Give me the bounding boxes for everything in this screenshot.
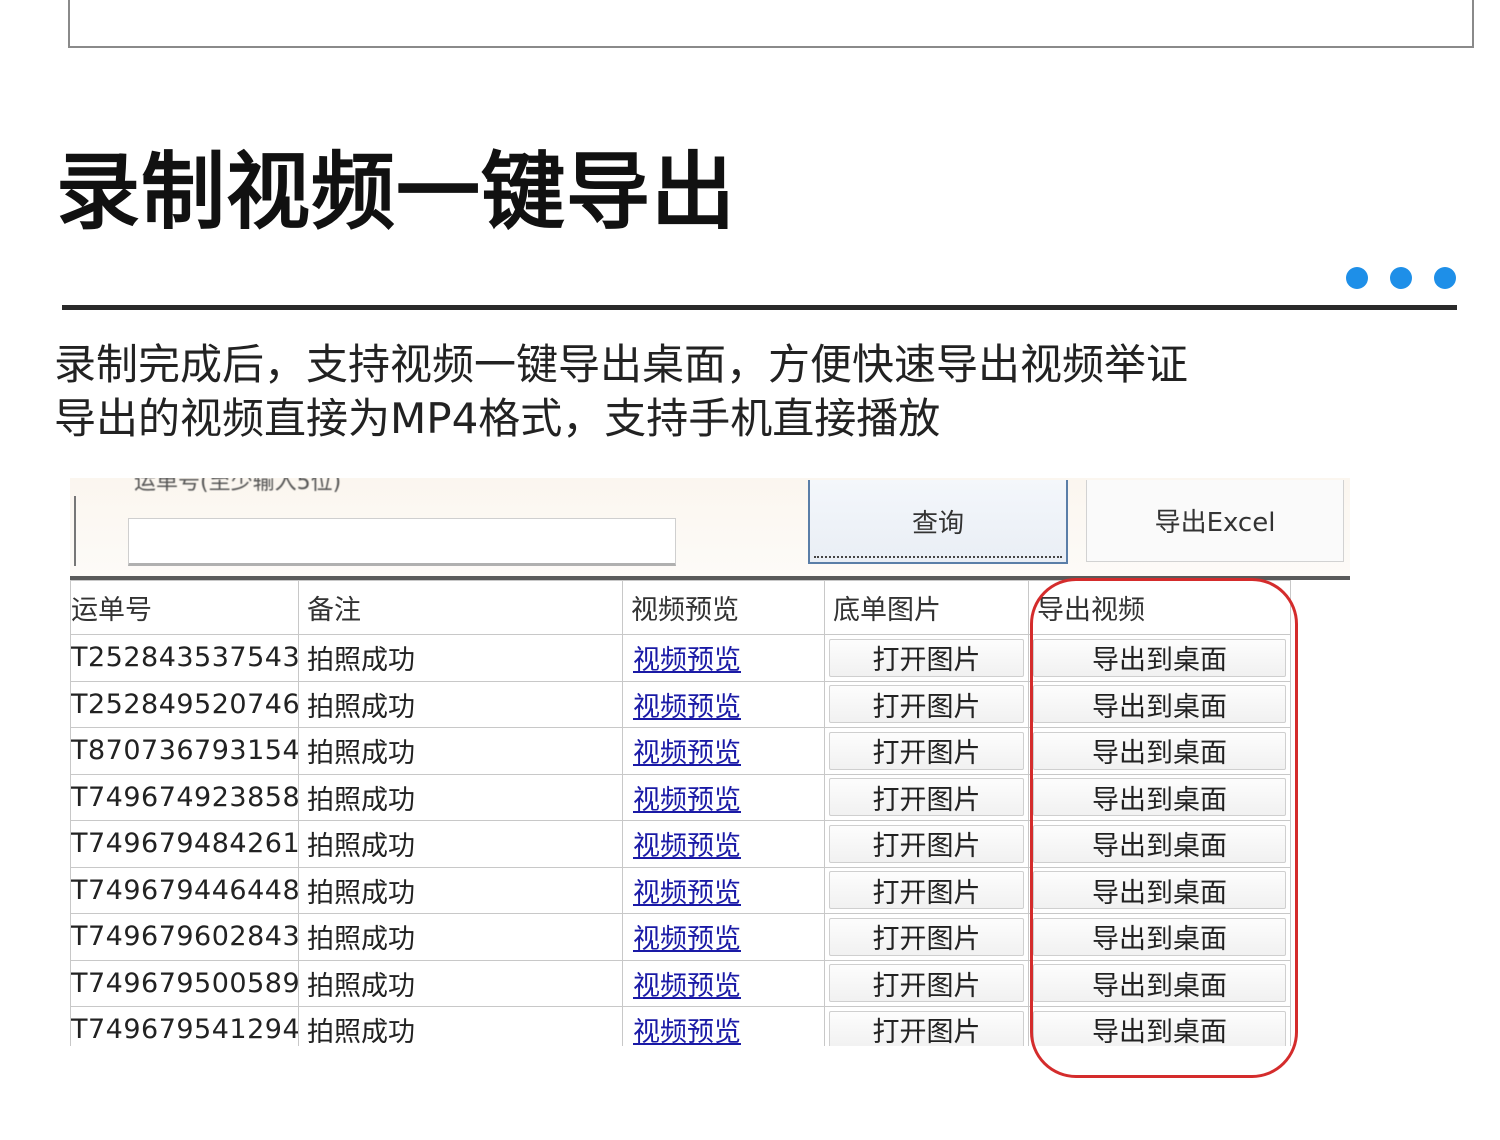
tracking-number-cell: T7496794464487 bbox=[70, 866, 299, 914]
toolbar: 运单号(至少输入5位) 查询 导出Excel bbox=[70, 478, 1350, 578]
page-title: 录制视频一键导出 bbox=[56, 143, 737, 241]
description-line-2: 导出的视频直接为MP4格式，支持手机直接播放 bbox=[54, 394, 941, 443]
open-image-button[interactable]: 打开图片 bbox=[829, 778, 1024, 817]
image-cell: 打开图片 bbox=[824, 680, 1029, 728]
note-cell: 拍照成功 bbox=[298, 727, 623, 775]
video-preview-link[interactable]: 视频预览 bbox=[622, 773, 825, 821]
column-header-number[interactable]: 运单号 bbox=[70, 580, 299, 635]
image-cell: 打开图片 bbox=[824, 727, 1029, 775]
open-image-button[interactable]: 打开图片 bbox=[829, 638, 1024, 677]
query-label: 运单号(至少输入5位) bbox=[134, 478, 342, 495]
image-cell: 打开图片 bbox=[824, 913, 1029, 961]
note-cell: 拍照成功 bbox=[298, 820, 623, 868]
top-frame bbox=[68, 0, 1474, 48]
dot-icon bbox=[1434, 267, 1456, 289]
image-cell: 打开图片 bbox=[824, 820, 1029, 868]
tracking-number-cell: T7496795005894 bbox=[70, 959, 299, 1007]
video-preview-link[interactable]: 视频预览 bbox=[622, 820, 825, 868]
open-image-button[interactable]: 打开图片 bbox=[829, 964, 1024, 1003]
video-preview-link[interactable]: 视频预览 bbox=[622, 866, 825, 914]
image-cell: 打开图片 bbox=[824, 634, 1029, 682]
tracking-number-cell: T2528495207467 bbox=[70, 680, 299, 728]
tracking-number-cell: T7496795412942 bbox=[70, 1006, 299, 1046]
video-preview-link[interactable]: 视频预览 bbox=[622, 727, 825, 775]
highlight-circle bbox=[1030, 578, 1298, 1078]
note-cell: 拍照成功 bbox=[298, 634, 623, 682]
open-image-button[interactable]: 打开图片 bbox=[829, 917, 1024, 956]
tracking-number-input[interactable] bbox=[128, 518, 676, 566]
video-preview-link[interactable]: 视频预览 bbox=[622, 680, 825, 728]
image-cell: 打开图片 bbox=[824, 959, 1029, 1007]
divider bbox=[62, 305, 1457, 310]
dot-icon bbox=[1390, 267, 1412, 289]
note-cell: 拍照成功 bbox=[298, 1006, 623, 1046]
description-line-1: 录制完成后，支持视频一键导出桌面，方便快速导出视频举证 bbox=[54, 340, 1189, 389]
column-header-note[interactable]: 备注 bbox=[298, 580, 623, 635]
open-image-button[interactable]: 打开图片 bbox=[829, 685, 1024, 724]
decorative-dots bbox=[1346, 267, 1456, 289]
description: 录制完成后，支持视频一键导出桌面，方便快速导出视频举证 导出的视频直接为MP4格… bbox=[54, 338, 1188, 446]
video-preview-link[interactable]: 视频预览 bbox=[622, 634, 825, 682]
tracking-number-cell: T7496794842616 bbox=[70, 820, 299, 868]
note-cell: 拍照成功 bbox=[298, 959, 623, 1007]
open-image-button[interactable]: 打开图片 bbox=[829, 1010, 1024, 1046]
tracking-number-cell: T8707367931545 bbox=[70, 727, 299, 775]
image-cell: 打开图片 bbox=[824, 866, 1029, 914]
export-excel-button[interactable]: 导出Excel bbox=[1086, 480, 1344, 562]
column-header-preview[interactable]: 视频预览 bbox=[622, 580, 825, 635]
panel-edge bbox=[74, 496, 80, 566]
video-preview-link[interactable]: 视频预览 bbox=[622, 959, 825, 1007]
note-cell: 拍照成功 bbox=[298, 913, 623, 961]
dot-icon bbox=[1346, 267, 1368, 289]
column-header-image[interactable]: 底单图片 bbox=[824, 580, 1029, 635]
note-cell: 拍照成功 bbox=[298, 773, 623, 821]
open-image-button[interactable]: 打开图片 bbox=[829, 824, 1024, 863]
video-preview-link[interactable]: 视频预览 bbox=[622, 913, 825, 961]
note-cell: 拍照成功 bbox=[298, 866, 623, 914]
open-image-button[interactable]: 打开图片 bbox=[829, 871, 1024, 910]
tracking-number-cell: T7496749238585 bbox=[70, 773, 299, 821]
note-cell: 拍照成功 bbox=[298, 680, 623, 728]
tracking-number-cell: T2528435375434 bbox=[70, 634, 299, 682]
open-image-button[interactable]: 打开图片 bbox=[829, 731, 1024, 770]
image-cell: 打开图片 bbox=[824, 1006, 1029, 1046]
tracking-number-cell: T7496796028430 bbox=[70, 913, 299, 961]
query-button[interactable]: 查询 bbox=[808, 480, 1068, 564]
video-preview-link[interactable]: 视频预览 bbox=[622, 1006, 825, 1046]
image-cell: 打开图片 bbox=[824, 773, 1029, 821]
